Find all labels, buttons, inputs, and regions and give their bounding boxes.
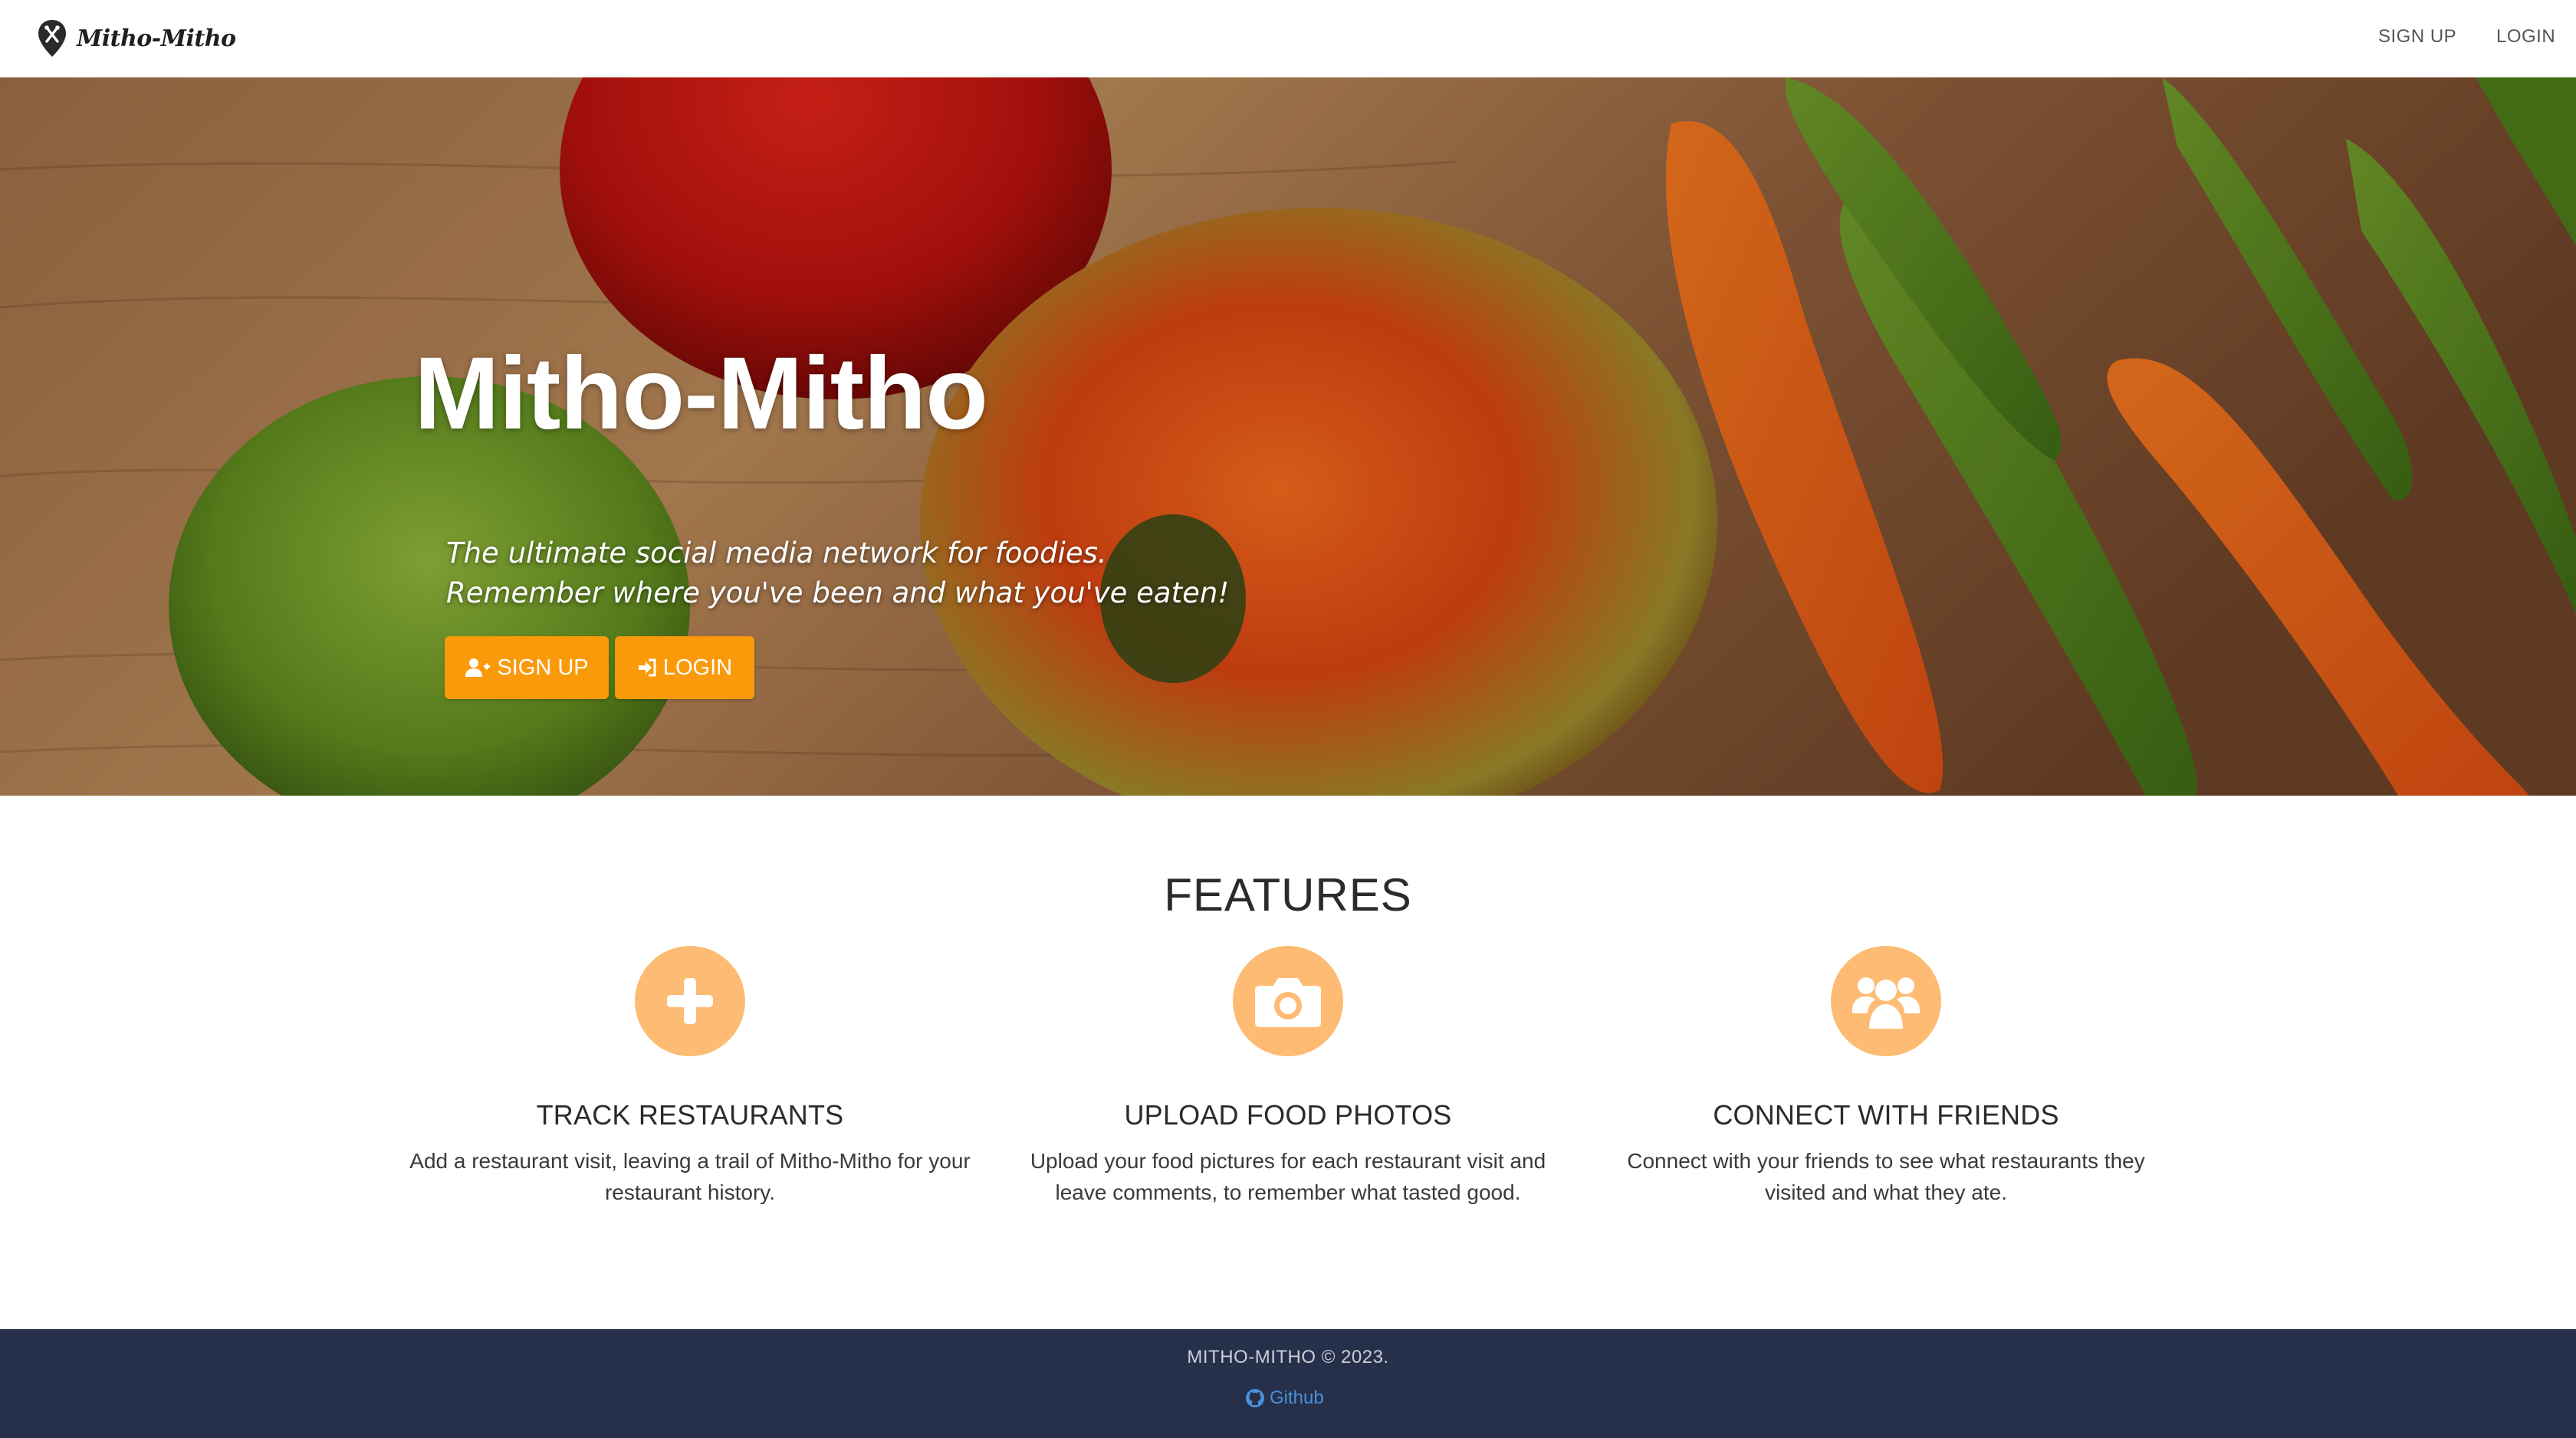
feature-track-restaurants: TRACK RESTAURANTS Add a restaurant visit… [406,946,974,1208]
hero-signup-button[interactable]: SIGN UP [445,636,609,699]
feature-upload-food-photos: UPLOAD FOOD PHOTOS Upload your food pict… [1004,946,1572,1208]
navbar: Mitho-Mitho SIGN UP LOGIN [0,0,2576,77]
nav-signup-link[interactable]: SIGN UP [2378,26,2456,48]
feature-connect-with-friends: CONNECT WITH FRIENDS Connect with your f… [1602,946,2170,1208]
feature-description: Upload your food pictures for each resta… [1030,1149,1546,1204]
github-link[interactable]: Github [1245,1387,1324,1409]
footer-copyright: MITHO-MITHO © 2023. [1187,1347,1389,1367]
user-plus-icon [465,658,491,677]
brand-logo-link[interactable]: Mitho-Mitho [37,18,236,58]
github-label: Github [1270,1387,1324,1408]
github-icon [1246,1389,1264,1407]
hero-tagline-line1: The ultimate social media network for fo… [446,537,1107,570]
hero-background-image [0,77,2576,796]
hero-section: Mitho-Mitho The ultimate social media ne… [0,77,2576,796]
plus-icon [667,978,713,1024]
hero-login-label: LOGIN [662,655,733,680]
feature-description: Connect with your friends to see what re… [1627,1149,2145,1204]
hero-signup-label: SIGN UP [497,655,589,680]
features-title: FEATURES [1164,869,1412,921]
hero-title: Mitho-Mitho [414,337,988,451]
hero-tagline-line2: Remember where you've been and what you'… [446,576,1230,609]
footer [0,1329,2576,1438]
feature-icon-circle [1233,946,1343,1056]
feature-icon-circle [1831,946,1941,1056]
feature-description: Add a restaurant visit, leaving a trail … [409,1149,971,1204]
sign-in-icon [638,658,656,677]
feature-title: CONNECT WITH FRIENDS [1713,1099,2059,1131]
feature-icon-circle [635,946,745,1056]
users-icon [1852,977,1920,1029]
feature-title: UPLOAD FOOD PHOTOS [1124,1099,1452,1131]
nav-login-link[interactable]: LOGIN [2496,26,2555,48]
hero-login-button[interactable]: LOGIN [615,636,754,699]
map-pin-utensils-icon [38,20,66,57]
feature-title: TRACK RESTAURANTS [536,1099,844,1131]
camera-icon [1255,978,1321,1027]
brand-name: Mitho-Mitho [77,25,236,52]
